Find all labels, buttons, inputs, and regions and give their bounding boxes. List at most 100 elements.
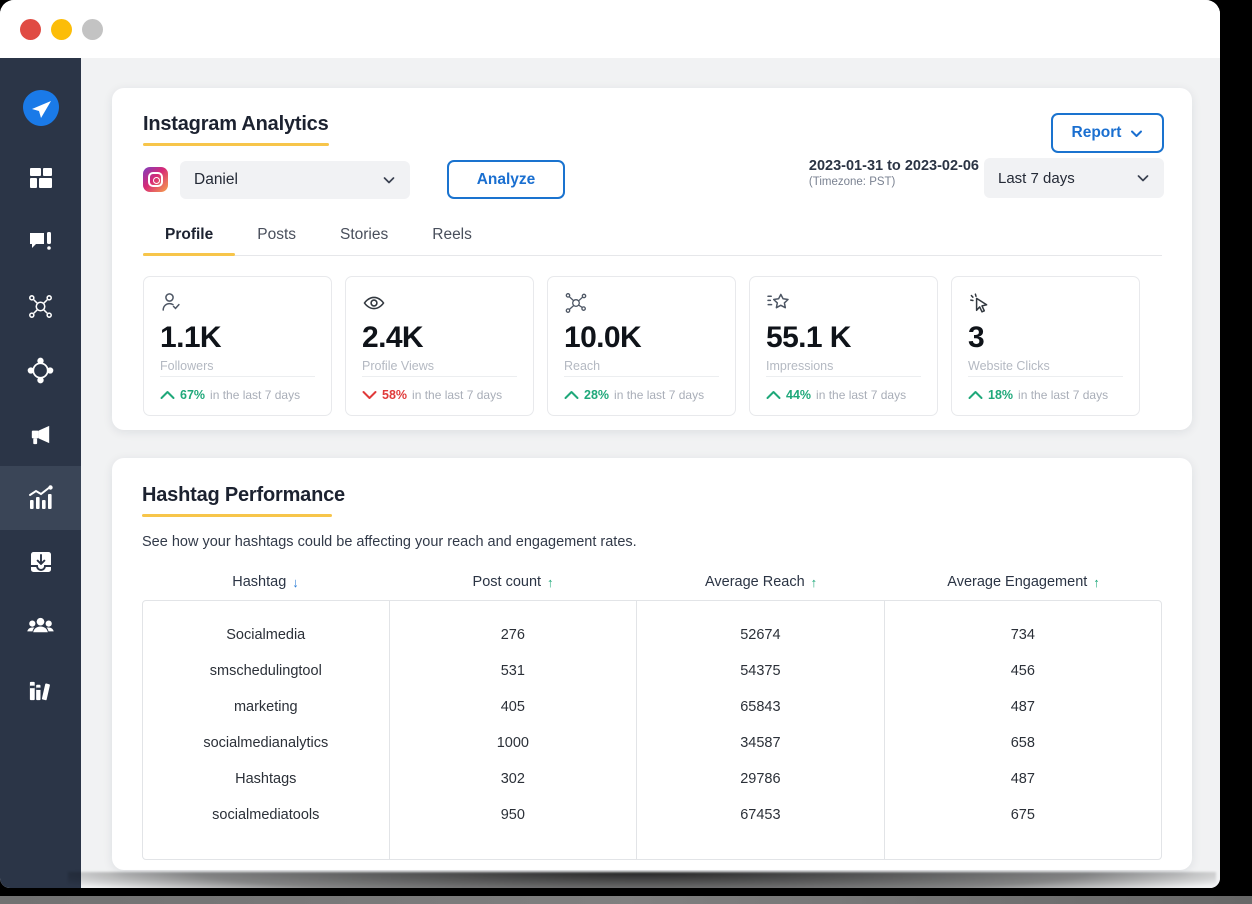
report-button[interactable]: Report <box>1051 113 1164 153</box>
metric-value: 55.1 K <box>766 321 921 355</box>
date-range-display: 2023-01-31 to 2023-02-06 (Timezone: PST) <box>809 158 979 188</box>
column-header-average-reach[interactable]: Average Reach ↑ <box>637 574 885 590</box>
table-cell: 456 <box>885 653 1161 689</box>
browser-window: Instagram Analytics Report Daniel <box>0 0 1220 888</box>
arrow-down-icon <box>362 390 377 400</box>
page-content: Instagram Analytics Report Daniel <box>81 58 1220 888</box>
date-range-select-value: Last 7 days <box>998 170 1075 187</box>
megaphone-icon <box>27 421 54 448</box>
metric-label: Reach <box>564 359 719 373</box>
column-header-post-count[interactable]: Post count ↑ <box>389 574 637 590</box>
shooting-star-icon <box>766 291 921 315</box>
hashtag-table: Socialmedia smschedulingtool marketing s… <box>142 600 1162 860</box>
chevron-down-icon <box>1136 171 1150 185</box>
hashtag-table-header: Hashtag ↓ Post count ↑ Average Reach ↑ A… <box>142 574 1162 600</box>
team-people-icon <box>27 613 54 640</box>
sort-asc-icon: ↑ <box>1093 575 1100 590</box>
sidebar-item-campaigns[interactable] <box>0 402 81 466</box>
table-cell: 1000 <box>390 725 637 761</box>
analytics-tabs: Profile Posts Stories Reels <box>143 226 1162 256</box>
table-column-hashtag: Socialmedia smschedulingtool marketing s… <box>143 601 390 859</box>
sidebar-item-compose[interactable] <box>0 210 81 274</box>
column-label: Average Engagement <box>947 574 1087 590</box>
column-label: Post count <box>473 574 542 590</box>
sidebar-item-dashboard[interactable] <box>0 146 81 210</box>
screenshot-root: Instagram Analytics Report Daniel <box>0 0 1252 904</box>
inbox-download-icon <box>28 549 54 575</box>
title-underline <box>143 143 329 146</box>
metric-delta: 67% in the last 7 days <box>160 376 315 402</box>
sidebar-item-analytics[interactable] <box>0 466 81 530</box>
table-cell: smschedulingtool <box>143 653 389 689</box>
table-cell: 302 <box>390 761 637 797</box>
metric-card-followers: 1.1K Followers 67% in the last 7 days <box>143 276 332 416</box>
sidebar-item-team[interactable] <box>0 594 81 658</box>
table-column-average-reach: 52674 54375 65843 34587 29786 67453 <box>637 601 885 859</box>
sidebar-item-library[interactable] <box>0 658 81 722</box>
sidebar-item-inbox[interactable] <box>0 530 81 594</box>
metric-delta: 44% in the last 7 days <box>766 376 921 402</box>
analyze-button-label: Analyze <box>477 171 536 189</box>
maximize-window-dot[interactable] <box>82 19 103 40</box>
table-cell: Socialmedia <box>143 617 389 653</box>
metric-delta-value: 18% <box>988 388 1013 402</box>
metric-cards: 1.1K Followers 67% in the last 7 days <box>143 276 1140 416</box>
chevron-down-icon <box>1130 127 1143 140</box>
report-button-label: Report <box>1072 124 1122 142</box>
metric-card-reach: 10.0K Reach 28% in the last 7 days <box>547 276 736 416</box>
table-cell: socialmedianalytics <box>143 725 389 761</box>
network-nodes-icon <box>27 293 54 320</box>
metric-card-impressions: 55.1 K Impressions 44% in the last 7 day… <box>749 276 938 416</box>
column-label: Average Reach <box>705 574 805 590</box>
date-range-select[interactable]: Last 7 days <box>984 158 1164 198</box>
metric-value: 10.0K <box>564 321 719 355</box>
date-range-text: 2023-01-31 to 2023-02-06 <box>809 158 979 174</box>
account-selector-row: Daniel Analyze <box>143 160 565 199</box>
hashtag-title-underline <box>142 514 332 517</box>
analyze-button[interactable]: Analyze <box>447 160 565 199</box>
user-check-icon <box>160 291 315 315</box>
metric-card-website-clicks: 3 Website Clicks 18% in the last 7 days <box>951 276 1140 416</box>
tab-posts[interactable]: Posts <box>235 226 318 255</box>
table-column-post-count: 276 531 405 1000 302 950 <box>390 601 638 859</box>
table-cell: 29786 <box>637 761 884 797</box>
bar-chart-icon <box>27 484 55 512</box>
tab-stories[interactable]: Stories <box>318 226 410 255</box>
arrow-up-icon <box>160 390 175 400</box>
sidebar-item-monitor[interactable] <box>0 338 81 402</box>
table-cell: 67453 <box>637 797 884 833</box>
table-cell: 531 <box>390 653 637 689</box>
hashtag-performance-card: Hashtag Performance See how your hashtag… <box>112 458 1192 870</box>
metric-delta-value: 28% <box>584 388 609 402</box>
table-cell: 276 <box>390 617 637 653</box>
app-logo-icon[interactable] <box>21 88 61 128</box>
column-header-hashtag[interactable]: Hashtag ↓ <box>142 574 389 590</box>
account-select[interactable]: Daniel <box>180 161 410 199</box>
table-cell: 65843 <box>637 689 884 725</box>
sidebar-item-engage[interactable] <box>0 274 81 338</box>
instagram-analytics-card: Instagram Analytics Report Daniel <box>112 88 1192 430</box>
column-header-average-engagement[interactable]: Average Engagement ↑ <box>885 574 1162 590</box>
metric-delta-value: 67% <box>180 388 205 402</box>
dashboard-grid-icon <box>28 165 54 191</box>
metric-card-profile-views: 2.4K Profile Views 58% in the last 7 day… <box>345 276 534 416</box>
close-window-dot[interactable] <box>20 19 41 40</box>
sort-asc-icon: ↑ <box>811 575 818 590</box>
metric-label: Website Clicks <box>968 359 1123 373</box>
sort-desc-icon: ↓ <box>292 575 299 590</box>
metric-label: Profile Views <box>362 359 517 373</box>
chevron-down-icon <box>382 173 396 187</box>
tab-reels[interactable]: Reels <box>410 226 494 255</box>
table-cell: 54375 <box>637 653 884 689</box>
minimize-window-dot[interactable] <box>51 19 72 40</box>
table-cell: marketing <box>143 689 389 725</box>
window-titlebar <box>0 0 1220 58</box>
metric-value: 3 <box>968 321 1123 355</box>
instagram-icon <box>143 167 168 192</box>
metric-value: 2.4K <box>362 321 517 355</box>
page-title: Instagram Analytics <box>143 113 329 136</box>
metric-label: Impressions <box>766 359 921 373</box>
tab-profile[interactable]: Profile <box>143 226 235 255</box>
table-cell: 487 <box>885 689 1161 725</box>
desk-surface <box>0 896 1252 904</box>
